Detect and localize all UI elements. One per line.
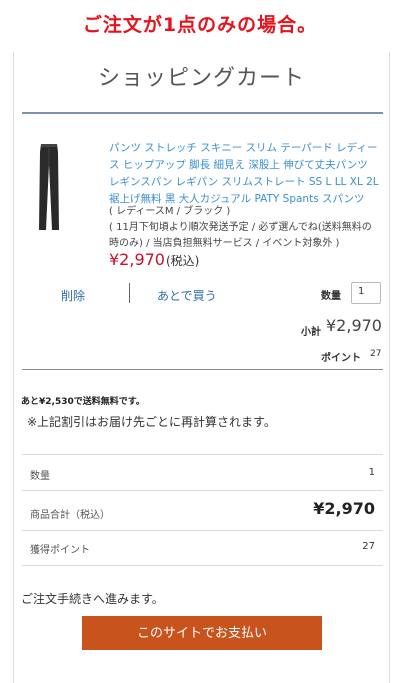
summary-points-value: 27 <box>362 541 375 552</box>
price-tax-label: (税込) <box>165 254 200 268</box>
summary-row-quantity: 数量 1 <box>22 454 383 490</box>
product-price: ¥2,970(税込) <box>109 250 199 269</box>
item-divider <box>22 369 383 370</box>
points-label: ポイント <box>321 353 361 364</box>
cart-panel: ショッピングカート パンツ ストレッチ スキニー スリム テーパード レディース… <box>13 52 390 683</box>
summary-total-value: ¥2,970 <box>313 499 375 518</box>
summary-quantity-label: 数量 <box>30 471 50 482</box>
pants-image <box>39 144 59 230</box>
summary-points-label: 獲得ポイント <box>30 545 90 556</box>
price-value: ¥2,970 <box>109 250 165 269</box>
subtotal-label: 小計 <box>301 327 321 338</box>
summary-row-points: 獲得ポイント 27 <box>22 530 383 566</box>
free-shipping-note: あと¥2,530で送料無料です。 <box>21 397 145 407</box>
link-divider <box>129 283 130 303</box>
proceed-text: ご注文手続きへ進みます。 <box>21 592 164 606</box>
product-name-link[interactable]: パンツ ストレッチ スキニー スリム テーパード レディース ヒップアップ 脚長… <box>109 140 381 208</box>
save-for-later-link[interactable]: あとで買う <box>157 287 217 304</box>
subtotal-value: ¥2,970 <box>326 316 382 335</box>
summary-quantity-value: 1 <box>368 467 375 478</box>
summary-total-label: 商品合計（税込） <box>30 510 110 521</box>
delete-link[interactable]: 削除 <box>61 287 85 304</box>
points-value: 27 <box>370 349 382 359</box>
quantity-input[interactable]: 1 <box>351 282 381 304</box>
product-thumbnail[interactable] <box>38 142 60 232</box>
page-title: ショッピングカート <box>97 66 305 91</box>
promo-banner: ご注文が1点のみの場合。 <box>82 14 318 36</box>
quantity-label: 数量 <box>321 291 341 302</box>
recalc-note: ※上記割引はお届け先ごとに再計算されます。 <box>27 415 276 429</box>
summary-row-total: 商品合計（税込） ¥2,970 <box>22 490 383 530</box>
pay-on-site-button[interactable]: このサイトでお支払い <box>82 616 322 650</box>
product-variation: ( レディースM / ブラック ) <box>109 206 231 217</box>
shipping-note: ( 11月下旬頃より順次発送予定 / 必ず選んでね(送料無料の時のみ) / 当店… <box>109 222 372 249</box>
title-divider <box>22 112 383 114</box>
